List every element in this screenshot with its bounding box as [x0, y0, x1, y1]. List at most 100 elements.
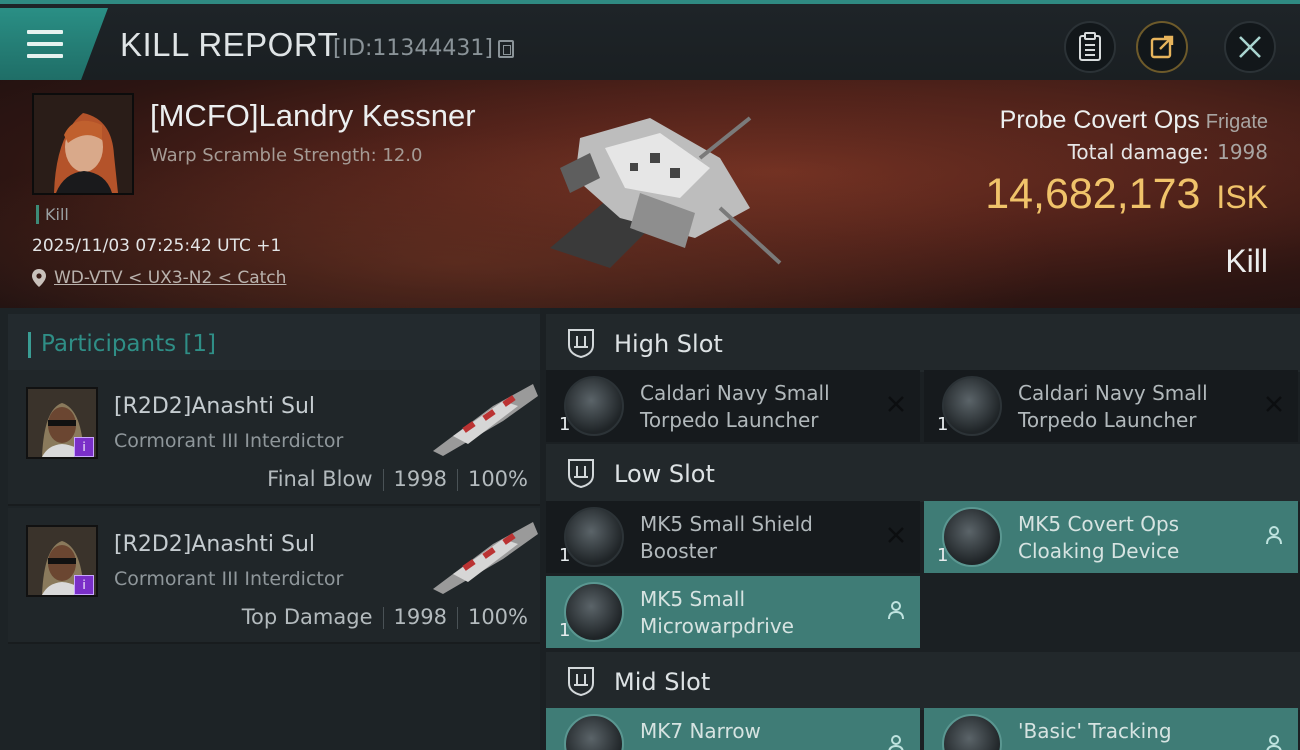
clipboard-button[interactable]	[1064, 21, 1116, 73]
module-low-3[interactable]: 1 MK5 Small Microwarpdrive	[546, 576, 920, 648]
corp-badge-icon: i	[74, 575, 94, 595]
kill-location[interactable]: WD-VTV < UX3-N2 < Catch	[32, 268, 286, 288]
participant-name[interactable]: [R2D2]Anashti Sul	[114, 394, 315, 419]
module-quantity: 1	[559, 620, 571, 641]
module-quantity: 1	[559, 414, 571, 435]
torpedo-launcher-icon	[942, 376, 1002, 436]
module-name-line1: MK5 Covert Ops	[1018, 512, 1180, 536]
person-icon	[888, 601, 904, 620]
module-quantity: 1	[559, 545, 571, 566]
participant-role: Final Blow	[267, 467, 373, 491]
isk-amount: 14,682,173	[985, 170, 1201, 218]
module-name-line2: Cloaking Device	[1018, 539, 1180, 563]
tracking-module-icon	[942, 714, 1002, 750]
participant-ship: Cormorant III Interdictor	[114, 568, 344, 590]
participants-header[interactable]: Participants [1]	[8, 314, 540, 374]
participant-stats: Top Damage 1998 100%	[242, 605, 528, 629]
slot-shield-icon	[568, 667, 594, 697]
menu-icon	[27, 30, 63, 58]
victim-ship-render[interactable]	[520, 98, 790, 283]
module-name-line1: 'Basic' Tracking	[1018, 719, 1172, 743]
participant-row[interactable]: i [R2D2]Anashti Sul Cormorant III Interd…	[8, 370, 540, 506]
module-low-2[interactable]: 1 MK5 Covert Ops Cloaking Device	[924, 501, 1298, 573]
kill-datetime: 2025/11/03 07:25:42 UTC +1	[32, 236, 282, 256]
top-bar: KILL REPORT [ID:11344431]	[0, 0, 1300, 80]
low-slot-header: Low Slot	[546, 444, 1300, 502]
module-name-line1: MK5 Small	[640, 587, 745, 611]
copy-icon[interactable]	[498, 40, 514, 58]
participants-title: Participants [1]	[41, 331, 216, 357]
module-name: Caldari Navy Small Torpedo Launcher	[1018, 380, 1258, 434]
module-quantity: 1	[937, 414, 949, 435]
module-name-line2: Microwarpdrive	[640, 614, 794, 638]
participant-ship-render	[433, 384, 538, 456]
module-name-line2: Torpedo Launcher	[1018, 408, 1197, 432]
high-slot-label: High Slot	[614, 330, 723, 358]
low-slot-label: Low Slot	[614, 460, 715, 488]
share-button[interactable]	[1136, 21, 1188, 73]
page-title: KILL REPORT	[120, 26, 339, 63]
participant-row[interactable]: i [R2D2]Anashti Sul Cormorant III Interd…	[8, 508, 540, 644]
module-name: MK5 Small Shield Booster	[640, 511, 880, 565]
module-name-line1: MK5 Small Shield	[640, 512, 813, 536]
module-low-1[interactable]: 1 MK5 Small Shield Booster	[546, 501, 920, 573]
cloaking-device-icon	[942, 507, 1002, 567]
result-label: Kill	[1225, 243, 1268, 279]
victim-summary: [MCFO]Landry Kessner Warp Scramble Stren…	[0, 80, 1300, 308]
participant-ship-render	[433, 522, 538, 594]
module-name: MK7 Narrow	[640, 718, 880, 745]
ship-name: Probe Covert Ops	[999, 106, 1200, 134]
victim-ship[interactable]: Probe Covert Ops Frigate	[1000, 106, 1268, 135]
victim-portrait[interactable]	[32, 93, 134, 195]
person-icon	[888, 735, 904, 750]
corp-badge-icon: i	[74, 437, 94, 457]
participant-role: Top Damage	[241, 605, 373, 629]
module-mid-1[interactable]: MK7 Narrow	[546, 708, 920, 750]
isk-value: 14,682,173 ISK	[985, 170, 1268, 219]
participant-damage: 1998	[393, 605, 447, 629]
pilot-portrait-image	[34, 95, 132, 193]
location-pin-icon	[32, 269, 46, 287]
scrambler-icon	[564, 714, 624, 750]
menu-button[interactable]	[0, 8, 108, 80]
participants-panel: Participants [1] i [R2D2]Anashti Sul Cor…	[0, 308, 540, 750]
destroyed-x-icon	[888, 527, 904, 543]
participant-name[interactable]: [R2D2]Anashti Sul	[114, 532, 315, 557]
destroyed-x-icon	[888, 396, 904, 412]
location-link[interactable]: WD-VTV < UX3-N2 < Catch	[54, 268, 286, 288]
close-button[interactable]	[1224, 21, 1276, 73]
clipboard-icon	[1079, 32, 1101, 61]
module-mid-2[interactable]: 'Basic' Tracking	[924, 708, 1298, 750]
total-damage-label: Total damage:	[1067, 140, 1210, 164]
participant-stats: Final Blow 1998 100%	[267, 467, 528, 491]
module-name-line2: Torpedo Launcher	[640, 408, 819, 432]
module-name-line1: MK7 Narrow	[640, 719, 761, 743]
high-slot-header: High Slot	[546, 314, 1300, 372]
torpedo-launcher-icon	[564, 376, 624, 436]
module-high-2[interactable]: 1 Caldari Navy Small Torpedo Launcher	[924, 370, 1298, 442]
person-icon	[1266, 526, 1282, 545]
destroyed-x-icon	[1266, 396, 1282, 412]
module-high-1[interactable]: 1 Caldari Navy Small Torpedo Launcher	[546, 370, 920, 442]
victim-name[interactable]: [MCFO]Landry Kessner	[150, 98, 476, 134]
module-name-line2: Booster	[640, 539, 717, 563]
kill-id: [ID:11344431]	[333, 36, 493, 61]
isk-unit: ISK	[1216, 179, 1268, 215]
mid-slot-header: Mid Slot	[546, 652, 1300, 710]
slot-shield-icon	[568, 459, 594, 489]
slot-shield-icon	[568, 329, 594, 359]
microwarpdrive-icon	[564, 582, 624, 642]
module-name: Caldari Navy Small Torpedo Launcher	[640, 380, 880, 434]
close-icon	[1239, 36, 1261, 58]
total-damage: Total damage: 1998	[1068, 140, 1268, 164]
kill-tag: Kill	[36, 205, 69, 224]
module-name: 'Basic' Tracking	[1018, 718, 1258, 745]
person-icon	[1266, 735, 1282, 750]
participant-damage: 1998	[393, 467, 447, 491]
header-accent-bar	[28, 332, 31, 358]
share-icon	[1150, 35, 1174, 59]
shield-booster-icon	[564, 507, 624, 567]
warp-scramble-strength: Warp Scramble Strength: 12.0	[150, 145, 423, 166]
participant-ship: Cormorant III Interdictor	[114, 430, 344, 452]
fitting-panel: High Slot 1 Caldari Navy Small Torpedo La…	[540, 308, 1300, 750]
